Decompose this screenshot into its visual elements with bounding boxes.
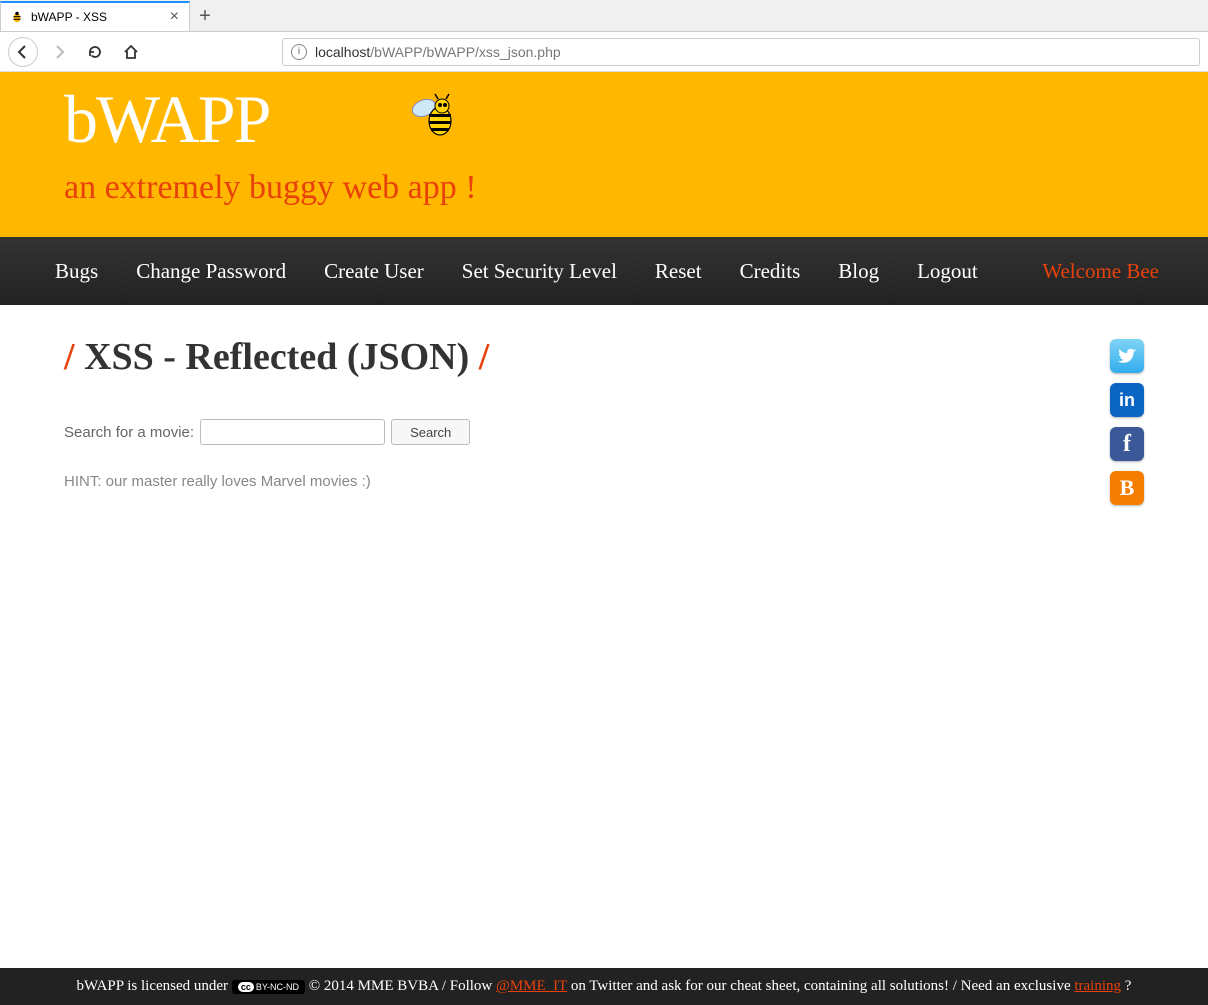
info-icon[interactable]: i (291, 44, 307, 60)
footer-training-link[interactable]: training (1074, 978, 1121, 994)
blogger-icon[interactable]: B (1110, 471, 1144, 505)
cc-license-badge[interactable]: ccBY-NC-ND (232, 980, 305, 994)
nav-welcome[interactable]: Welcome Bee (1042, 259, 1159, 284)
footer-text-1: bWAPP is licensed under (77, 978, 232, 994)
nav-reset[interactable]: Reset (655, 259, 702, 284)
hint-text: HINT: our master really loves Marvel mov… (64, 473, 1064, 490)
browser-toolbar: i localhost/bWAPP/bWAPP/xss_json.php (0, 32, 1208, 72)
tab-title: bWAPP - XSS (31, 10, 107, 24)
header-banner: bWAPP an extremely buggy web app ! (0, 72, 1208, 237)
browser-tab[interactable]: bWAPP - XSS × (0, 1, 190, 31)
nav-create-user[interactable]: Create User (324, 259, 424, 284)
nav-set-security-level[interactable]: Set Security Level (462, 259, 617, 284)
forward-button[interactable] (44, 37, 74, 67)
slash-icon: / (64, 336, 75, 378)
nav-blog[interactable]: Blog (838, 259, 879, 284)
footer-text-3: on Twitter and ask for our cheat sheet, … (571, 978, 1075, 994)
arrow-right-icon (51, 44, 67, 60)
nav-bugs[interactable]: Bugs (55, 259, 98, 284)
nav-change-password[interactable]: Change Password (136, 259, 286, 284)
search-input[interactable] (200, 419, 385, 445)
reload-icon (87, 44, 103, 60)
page-title: / XSS - Reflected (JSON) / (64, 335, 1064, 379)
linkedin-icon[interactable]: in (1110, 383, 1144, 417)
tagline: an extremely buggy web app ! (64, 169, 1144, 207)
home-button[interactable] (116, 37, 146, 67)
footer-twitter-link[interactable]: @MME_IT (496, 978, 567, 994)
logo-text: bWAPP (64, 80, 269, 159)
twitter-icon[interactable] (1110, 339, 1144, 373)
social-sidebar: in f B (1064, 335, 1144, 505)
slash-icon: / (479, 336, 490, 378)
back-button[interactable] (8, 37, 38, 67)
reload-button[interactable] (80, 37, 110, 67)
bee-icon (404, 88, 460, 149)
footer-text-2: © 2014 MME BVBA / Follow (309, 978, 496, 994)
search-form: Search for a movie: Search (64, 419, 1064, 445)
url-path: /bWAPP/bWAPP/xss_json.php (370, 44, 560, 60)
footer: bWAPP is licensed under ccBY-NC-ND © 201… (0, 968, 1208, 1005)
page-title-text: XSS - Reflected (JSON) (84, 336, 469, 378)
close-tab-icon[interactable]: × (170, 8, 179, 26)
new-tab-button[interactable]: + (190, 1, 220, 31)
nav-logout[interactable]: Logout (917, 259, 978, 284)
search-button[interactable]: Search (391, 419, 470, 445)
tab-favicon-bee-icon (9, 9, 25, 25)
main-nav: Bugs Change Password Create User Set Sec… (0, 237, 1208, 305)
search-label: Search for a movie: (64, 424, 194, 441)
facebook-icon[interactable]: f (1110, 427, 1144, 461)
home-icon (123, 44, 139, 60)
footer-text-4: ? (1125, 978, 1132, 994)
url-bar[interactable]: i localhost/bWAPP/bWAPP/xss_json.php (282, 38, 1200, 66)
url-host: localhost (315, 44, 370, 60)
main-content: / XSS - Reflected (JSON) / Search for a … (64, 335, 1064, 505)
nav-credits[interactable]: Credits (740, 259, 801, 284)
arrow-left-icon (15, 44, 31, 60)
browser-tab-strip: bWAPP - XSS × + (0, 0, 1208, 32)
